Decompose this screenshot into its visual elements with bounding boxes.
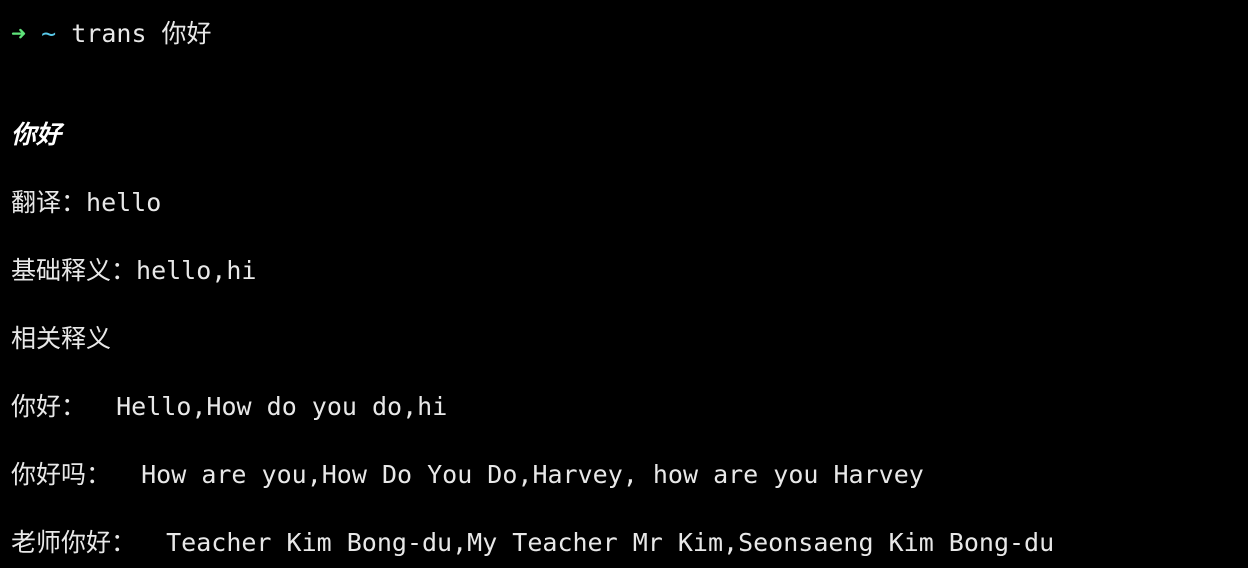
translation-label: 翻译： [11,188,87,217]
prompt-arrow-icon: ➜ [11,19,27,48]
translation-value: hello [86,188,162,217]
basic-meaning-label: 基础释义： [11,256,137,285]
terminal-window[interactable]: ➜ ~ trans 你好 你好 翻译：hello 基础释义：hello,hi 相… [0,0,1248,568]
related-meaning: How are you,How Do You Do,Harvey, how ar… [141,460,924,489]
related-term: 你好吗： [11,460,112,489]
related-term: 老师你好： [11,528,137,557]
related-term: 你好： [11,392,87,421]
related-meaning: Teacher Kim Bong-du,My Teacher Mr Kim,Se… [166,528,1055,557]
prompt-command: trans 你好 [71,19,212,48]
related-meaning: Hello,How do you do,hi [116,392,448,421]
prompt-line: ➜ ~ trans 你好 [11,17,212,51]
translation-line: 翻译：hello [11,186,161,220]
related-item: 老师你好： Teacher Kim Bong-du,My Teacher Mr … [11,526,1054,560]
related-heading: 相关释义 [11,324,112,353]
prompt-cwd: ~ [41,19,57,48]
query-heading: 你好 [11,120,62,149]
related-item: 你好吗： How are you,How Do You Do,Harvey, h… [11,458,924,492]
basic-meaning-value: hello,hi [136,256,257,285]
related-item: 你好： Hello,How do you do,hi [11,390,447,424]
basic-meaning-line: 基础释义：hello,hi [11,254,256,288]
